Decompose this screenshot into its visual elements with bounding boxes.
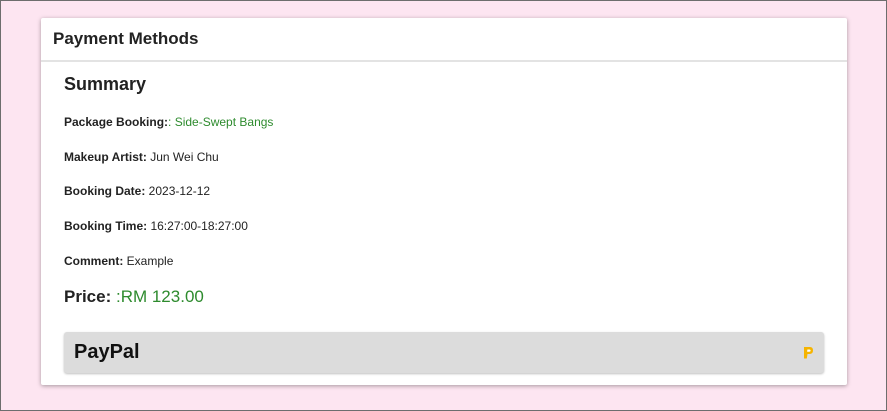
- package-value: : Side-Swept Bangs: [168, 115, 274, 129]
- date-label: Booking Date:: [64, 184, 146, 198]
- paypal-button[interactable]: PayPal: [64, 332, 824, 373]
- time-value: 16:27:00-18:27:00: [147, 219, 248, 233]
- package-row: Package Booking:: Side-Swept Bangs: [64, 115, 273, 129]
- date-value: 2023-12-12: [145, 184, 211, 198]
- price-value: :RM 123.00: [111, 287, 204, 306]
- page-title: Payment Methods: [53, 29, 199, 48]
- time-label: Booking Time:: [64, 219, 148, 233]
- paypal-label: PayPal: [74, 341, 140, 363]
- comment-row: Comment: Example: [64, 254, 173, 268]
- card-header: Payment Methods: [41, 18, 847, 62]
- date-row: Booking Date: 2023-12-12: [64, 184, 210, 198]
- artist-row: Makeup Artist: Jun Wei Chu: [64, 150, 219, 164]
- package-label: Package Booking:: [64, 115, 169, 129]
- payment-card: Payment Methods Summary Package Booking:…: [41, 18, 847, 385]
- artist-value: Jun Wei Chu: [146, 150, 219, 164]
- comment-label: Comment:: [64, 254, 124, 268]
- comment-value: Example: [123, 254, 174, 268]
- time-row: Booking Time: 16:27:00-18:27:00: [64, 219, 248, 233]
- price-label: Price:: [64, 287, 112, 306]
- paypal-icon: [802, 346, 814, 360]
- artist-label: Makeup Artist:: [64, 150, 147, 164]
- price-row: Price: :RM 123.00: [64, 287, 204, 307]
- summary-heading: Summary: [64, 74, 147, 94]
